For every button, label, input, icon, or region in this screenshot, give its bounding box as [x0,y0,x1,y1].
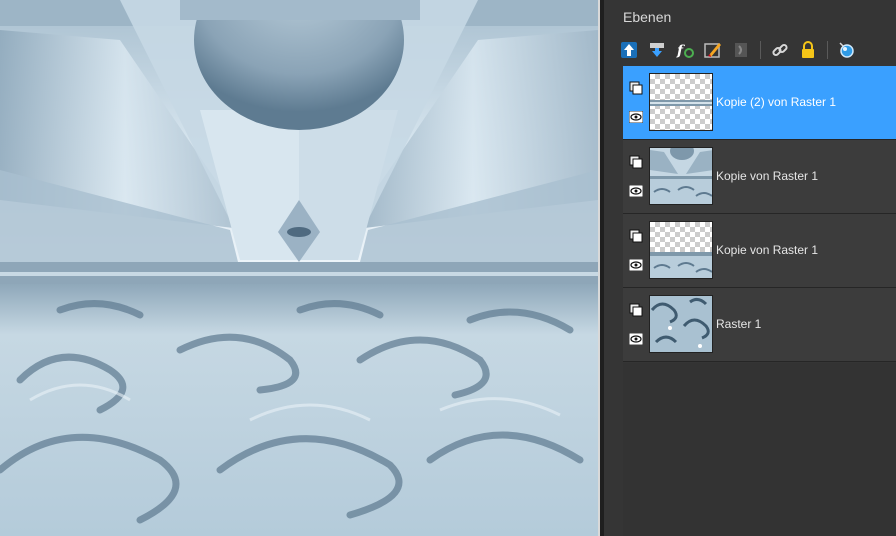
blend-mode-icon[interactable] [629,229,643,243]
layer-thumbnail [649,295,713,353]
edit-brush-icon[interactable] [702,39,724,61]
layer-style-icon[interactable] [836,39,858,61]
merge-down-icon[interactable] [646,39,668,61]
effects-fx-icon[interactable]: f [674,39,696,61]
toolbar-separator [827,41,828,59]
blend-mode-icon[interactable] [629,81,643,95]
new-layer-up-icon[interactable] [618,39,640,61]
lock-icon[interactable] [797,39,819,61]
layer-name[interactable]: Kopie von Raster 1 [716,243,818,257]
layer-name[interactable]: Kopie von Raster 1 [716,169,818,183]
layers-panel: Ebenen f Kopie (2) von Raster 1 Kopie vo… [604,0,896,536]
layer-thumbnail [649,147,713,205]
canvas-artwork [0,0,598,536]
layer-thumbnail [649,73,713,131]
layer-thumbnail [649,221,713,279]
layer-name[interactable]: Raster 1 [716,317,761,331]
layers-empty-area[interactable] [623,363,896,536]
panel-title: Ebenen [623,9,672,25]
visibility-eye-icon[interactable] [629,259,643,271]
visibility-eye-icon[interactable] [629,111,643,123]
blend-mode-icon[interactable] [629,155,643,169]
layers-toolbar: f [618,38,864,62]
image-canvas[interactable] [0,0,598,536]
visibility-eye-icon[interactable] [629,185,643,197]
blend-mode-icon[interactable] [629,303,643,317]
layer-row[interactable]: Raster 1 [623,288,896,362]
layer-row[interactable]: Kopie (2) von Raster 1 [623,66,896,140]
layer-row[interactable]: Kopie von Raster 1 [623,214,896,288]
layer-row[interactable]: Kopie von Raster 1 [623,140,896,214]
toolbar-separator [760,41,761,59]
mask-icon[interactable] [730,39,752,61]
link-icon[interactable] [769,39,791,61]
visibility-eye-icon[interactable] [629,333,643,345]
layer-name[interactable]: Kopie (2) von Raster 1 [716,95,836,109]
layers-list: Kopie (2) von Raster 1 Kopie von Raster … [623,66,896,362]
